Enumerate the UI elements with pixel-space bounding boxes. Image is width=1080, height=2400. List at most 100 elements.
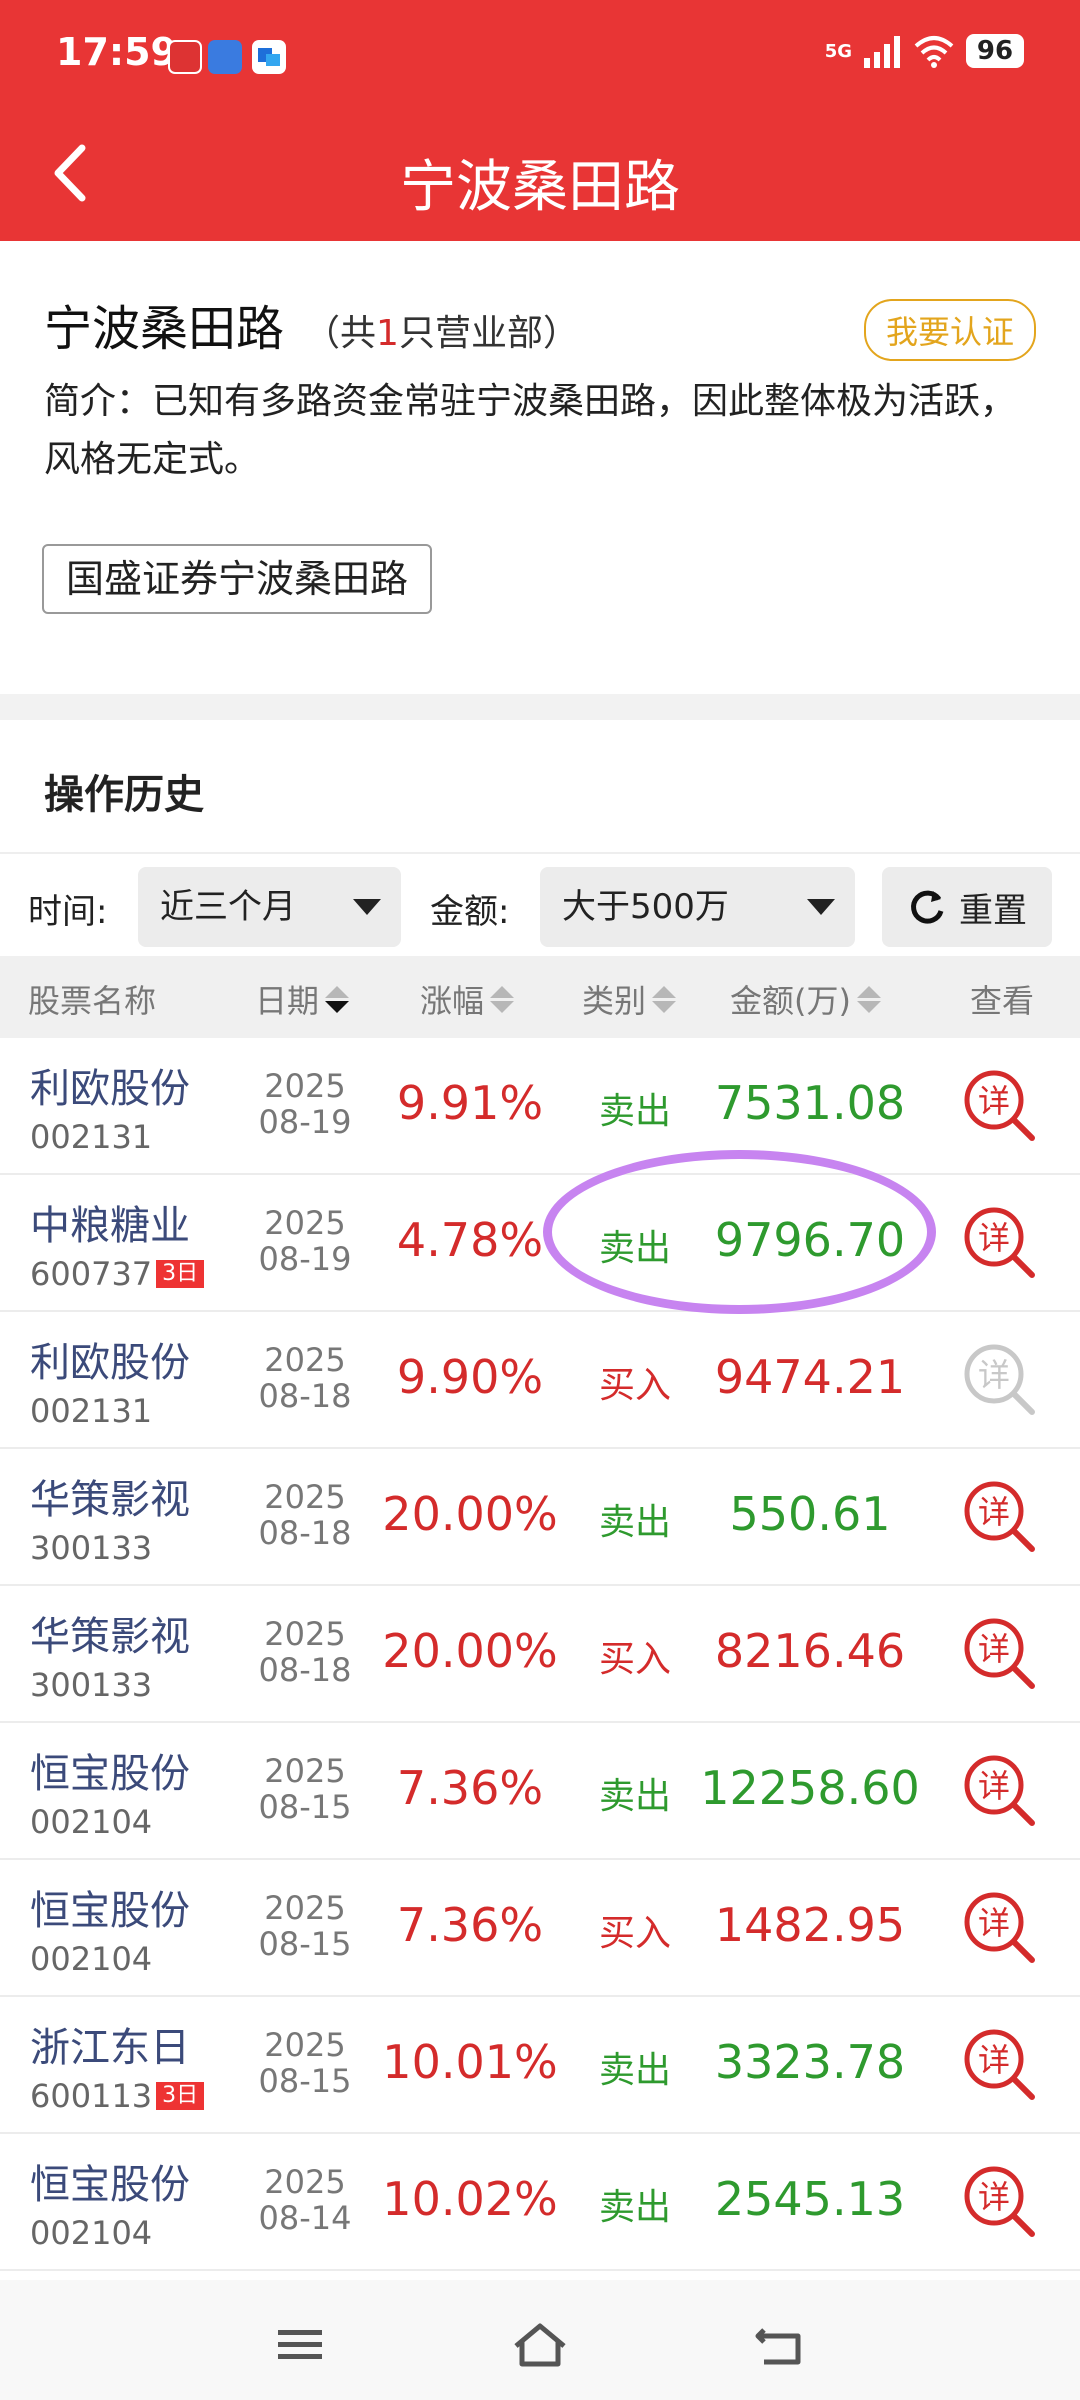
price-change: 4.78%	[396, 1213, 544, 1267]
broker-heading: 宁波桑田路 （共1只营业部）	[44, 289, 579, 359]
trade-amount: 2545.13	[714, 2172, 906, 2226]
stock-name: 浙江东日	[30, 2025, 190, 2071]
detail-glyph: 详	[978, 1082, 1010, 1120]
detail-glyph: 详	[978, 1219, 1010, 1257]
stock-name: 华策影视	[30, 1477, 190, 1523]
column-label: 涨幅	[420, 982, 485, 1020]
stock-code-value: 600737	[30, 1255, 153, 1293]
trade-type: 卖出	[598, 2187, 671, 2228]
column-label: 股票名称	[28, 982, 157, 1020]
stock-code: 600737 3日	[30, 1255, 205, 1293]
broker-info-card: 宁波桑田路 （共1只营业部） 我要认证 简介：已知有多路资金常驻宁波桑田路，因此…	[0, 241, 1080, 694]
count-prefix: （共	[304, 313, 377, 354]
table-row[interactable]: 恒宝股份 002104 2025 08-15 7.36% 卖出 12258.60 详	[0, 1723, 1080, 1860]
table-row[interactable]: 华策影视 300133 2025 08-18 20.00% 买入 8216.46 详	[0, 1586, 1080, 1723]
column-type-sort[interactable]: 类别	[582, 976, 677, 1022]
trade-type: 卖出	[598, 1091, 671, 1132]
detail-glyph: 详	[978, 1904, 1010, 1942]
trade-month-day: 08-18	[258, 1651, 352, 1689]
detail-search-icon[interactable]: 详	[960, 2162, 1040, 2242]
table-row[interactable]: 利欧股份 002131 2025 08-19 9.91% 卖出 7531.08 详	[0, 1038, 1080, 1175]
trade-date: 2025 08-18	[250, 1616, 360, 1688]
trade-month-day: 08-19	[258, 1240, 352, 1278]
status-bar: 17:59 5G 96	[0, 0, 1080, 112]
trade-month-day: 08-18	[258, 1514, 352, 1552]
back-nav-icon[interactable]	[750, 2320, 810, 2370]
trade-year: 2025	[264, 2163, 346, 2201]
news-app-icon	[168, 40, 202, 74]
stock-name: 恒宝股份	[30, 1888, 190, 1934]
detail-search-icon[interactable]: 详	[960, 1888, 1040, 1968]
system-nav-bar	[0, 2280, 1080, 2400]
table-row[interactable]: 中粮糖业 600737 3日 2025 08-19 4.78% 卖出 9796.70 详	[0, 1175, 1080, 1312]
time-filter-label: 时间:	[28, 892, 108, 932]
column-change-sort[interactable]: 涨幅	[420, 976, 515, 1022]
detail-search-icon[interactable]: 详	[960, 1614, 1040, 1694]
stock-code-value: 002104	[30, 1940, 153, 1978]
trade-date: 2025 08-14	[250, 2164, 360, 2236]
home-icon[interactable]	[510, 2320, 570, 2370]
certify-button[interactable]: 我要认证	[863, 299, 1036, 361]
stock-code: 002104	[30, 2214, 152, 2252]
trade-month-day: 08-15	[258, 2062, 352, 2100]
trade-year: 2025	[264, 1889, 346, 1927]
status-time: 17:59	[56, 30, 177, 74]
detail-search-icon[interactable]: 详	[960, 1477, 1040, 1557]
detail-glyph: 详	[978, 1356, 1010, 1394]
stock-name: 中粮糖业	[30, 1203, 190, 1249]
trade-date: 2025 08-19	[250, 1205, 360, 1277]
trade-date: 2025 08-18	[250, 1342, 360, 1414]
sort-icon	[325, 985, 350, 1013]
trade-month-day: 08-15	[258, 1925, 352, 1963]
column-date-sort[interactable]: 日期	[255, 976, 350, 1022]
branch-count: （共1只营业部）	[304, 304, 579, 356]
stock-name: 恒宝股份	[30, 1751, 190, 1797]
trade-year: 2025	[264, 1752, 346, 1790]
stock-code-value: 300133	[30, 1666, 153, 1704]
detail-search-icon[interactable]: 详	[960, 2025, 1040, 2105]
detail-search-icon[interactable]: 详	[960, 1203, 1040, 1283]
trade-amount: 8216.46	[714, 1624, 906, 1678]
price-change: 7.36%	[396, 1761, 544, 1815]
table-row[interactable]: 恒宝股份 002104 2025 08-15 7.36% 买入 1482.95 详	[0, 1860, 1080, 1997]
trade-month-day: 08-18	[258, 1377, 352, 1415]
signal-icon	[864, 36, 900, 68]
table-row[interactable]: 华策影视 300133 2025 08-18 20.00% 卖出 550.61 详	[0, 1449, 1080, 1586]
app-header: 17:59 5G 96 宁波桑田路	[0, 0, 1080, 241]
time-filter-select[interactable]: 近三个月	[138, 867, 401, 947]
column-label: 日期	[255, 982, 320, 1020]
stock-name: 华策影视	[30, 1614, 190, 1660]
trade-date: 2025 08-15	[250, 1753, 360, 1825]
stock-code-value: 002104	[30, 1803, 153, 1841]
detail-search-icon[interactable]: 详	[960, 1066, 1040, 1146]
trade-amount: 550.61	[729, 1487, 891, 1541]
chevron-down-icon	[807, 899, 835, 915]
detail-search-icon[interactable]: 详	[960, 1751, 1040, 1831]
column-amount-sort[interactable]: 金额(万)	[730, 976, 881, 1022]
reset-button[interactable]: 重置	[882, 867, 1052, 947]
trade-amount: 3323.78	[714, 2035, 906, 2089]
column-label: 查看	[970, 982, 1035, 1020]
trade-date: 2025 08-19	[250, 1068, 360, 1140]
amount-filter-value: 大于500万	[562, 887, 729, 927]
page-title: 宁波桑田路	[400, 155, 680, 220]
detail-search-icon[interactable]: 详	[960, 1340, 1040, 1420]
price-change: 9.91%	[396, 1076, 544, 1130]
trade-date: 2025 08-18	[250, 1479, 360, 1551]
amount-filter-select[interactable]: 大于500万	[540, 867, 855, 947]
trade-year: 2025	[264, 1615, 346, 1653]
trade-year: 2025	[264, 1204, 346, 1242]
trade-date: 2025 08-15	[250, 2027, 360, 2099]
count-number: 1	[376, 313, 399, 354]
detail-glyph: 详	[978, 2178, 1010, 2216]
branch-tag[interactable]: 国盛证券宁波桑田路	[42, 544, 433, 614]
table-row[interactable]: 恒宝股份 002104 2025 08-14 10.02% 卖出 2545.13 详	[0, 2134, 1080, 2271]
stock-code-value: 002131	[30, 1118, 153, 1156]
stock-name: 利欧股份	[30, 1066, 190, 1112]
detail-glyph: 详	[978, 2041, 1010, 2079]
menu-icon[interactable]	[270, 2320, 330, 2370]
table-row[interactable]: 浙江东日 600113 3日 2025 08-15 10.01% 卖出 3323.78 详	[0, 1997, 1080, 2134]
trade-date: 2025 08-15	[250, 1890, 360, 1962]
table-row[interactable]: 利欧股份 002131 2025 08-18 9.90% 买入 9474.21 详	[0, 1312, 1080, 1449]
wifi-icon	[914, 36, 954, 68]
